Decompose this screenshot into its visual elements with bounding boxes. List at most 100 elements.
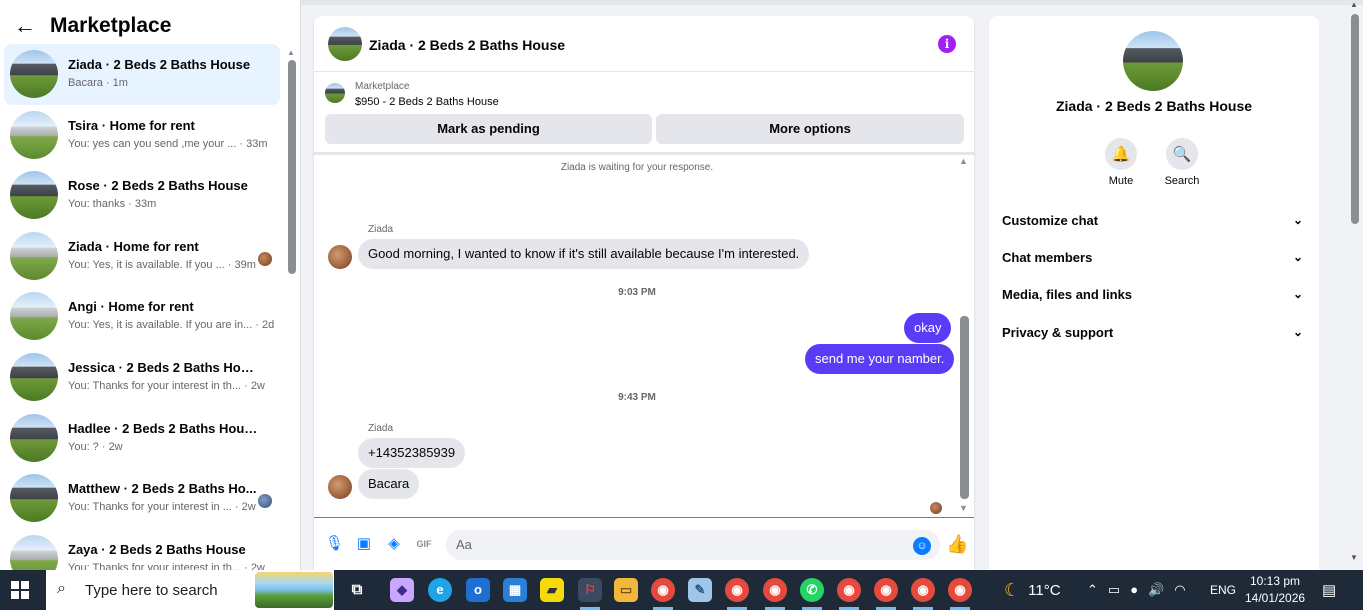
chevron-down-icon: ⌄ <box>1292 325 1303 339</box>
outlook-icon[interactable]: o <box>466 578 490 602</box>
info-icon[interactable]: i <box>938 35 956 53</box>
listing-thumbnail <box>10 50 58 98</box>
app-icon[interactable]: ⚐ <box>578 578 602 610</box>
sticky-notes-icon[interactable]: ▰ <box>540 578 564 602</box>
windows-start-icon[interactable] <box>11 581 29 599</box>
chat-scrollbar[interactable] <box>960 316 969 499</box>
marketplace-label: Marketplace <box>355 81 410 92</box>
sender-avatar[interactable] <box>328 245 352 269</box>
listing-thumbnail <box>325 83 345 103</box>
emoji-icon[interactable]: ☺ <box>913 537 931 555</box>
microphone-icon[interactable]: 🎙 <box>325 535 344 553</box>
listing-thumbnail <box>328 27 362 61</box>
chrome-icon[interactable]: ◉ <box>837 578 861 610</box>
sender-name: Ziada <box>368 423 394 434</box>
search-icon: ⌕ <box>57 580 66 597</box>
conversation-name: Ziada · Home for rent <box>68 238 199 254</box>
back-arrow-icon[interactable]: ← <box>14 12 36 40</box>
message-timestamp: 9:03 PM <box>618 287 656 298</box>
chrome-icon[interactable]: ◉ <box>874 578 898 610</box>
gif-icon[interactable]: GIF <box>415 535 433 553</box>
mute-label: Mute <box>1108 175 1134 187</box>
conversation-name: Hadlee · 2 Beds 2 Baths House <box>68 420 258 436</box>
chrome-icon[interactable]: ◉ <box>911 578 935 610</box>
scroll-down-arrow-icon[interactable]: ▼ <box>959 503 968 513</box>
conversation-snippet: You: Thanks for your interest in ... · 2… <box>68 501 256 514</box>
conversation-item[interactable]: Hadlee · 2 Beds 2 Baths House You: ? · 2… <box>4 408 280 469</box>
more-options-button[interactable]: More options <box>656 114 964 144</box>
weather-widget[interactable]: ☾ 11°C <box>1004 580 1061 601</box>
chat-members-section[interactable]: Chat members ⌄ <box>1002 250 1309 270</box>
listing-thumbnail <box>10 352 58 401</box>
copilot-icon[interactable]: ◆ <box>390 578 414 602</box>
section-label: Customize chat <box>1002 213 1099 228</box>
chrome-icon[interactable]: ◉ <box>948 578 972 610</box>
message-composer: 🎙 ▣ ◈ GIF Aa ☺ 👍 <box>314 517 974 570</box>
scroll-up-arrow-icon[interactable]: ▲ <box>959 156 968 166</box>
taskbar-clock[interactable]: 10:13 pm 14/01/2026 <box>1245 573 1305 607</box>
task-view-icon[interactable]: ⧉ <box>345 578 369 602</box>
chevron-up-icon[interactable]: ⌃ <box>1087 582 1098 598</box>
conversation-list: Ziada · 2 Beds 2 Baths House Bacara · 1m… <box>4 44 280 589</box>
listing-thumbnail <box>1123 31 1183 91</box>
outgoing-message[interactable]: send me your namber. <box>805 344 955 374</box>
privacy-support-section[interactable]: Privacy & support ⌄ <box>1002 325 1309 345</box>
chat-window: Ziada · 2 Beds 2 Baths House i Marketpla… <box>314 16 974 570</box>
scroll-down-arrow-icon[interactable]: ▼ <box>1350 553 1358 562</box>
search-button[interactable]: 🔍 Search <box>1152 138 1212 187</box>
thumbs-up-icon[interactable]: 👍 <box>946 534 968 555</box>
system-tray: ⌃ ▭ ● 🔊 ◠ <box>1087 582 1186 598</box>
taskbar-search-box[interactable]: ⌕ Type here to search <box>46 570 334 610</box>
conversation-snippet: You: yes can you send ,me your ... · 33m <box>68 137 268 150</box>
file-explorer-icon[interactable]: ▭ <box>614 578 638 602</box>
sticker-icon[interactable]: ◈ <box>385 535 403 553</box>
conversation-snippet: You: Thanks for your interest in th... ·… <box>68 379 265 392</box>
tray-app-icon[interactable]: ● <box>1130 582 1138 598</box>
chrome-icon[interactable]: ◉ <box>651 578 675 610</box>
read-receipt-avatar <box>930 502 942 514</box>
customize-chat-section[interactable]: Customize chat ⌄ <box>1002 213 1309 233</box>
incoming-message[interactable]: +14352385939 <box>358 438 466 468</box>
sender-avatar[interactable] <box>328 475 352 499</box>
conversation-item[interactable]: Ziada · Home for rent You: Yes, it is av… <box>4 226 280 287</box>
media-files-links-section[interactable]: Media, files and links ⌄ <box>1002 287 1309 307</box>
conversation-item[interactable]: Ziada · 2 Beds 2 Baths House Bacara · 1m <box>4 44 280 105</box>
incoming-message[interactable]: Good morning, I wanted to know if it's s… <box>358 239 810 269</box>
battery-icon[interactable]: ▭ <box>1108 582 1120 598</box>
conversation-item[interactable]: Rose · 2 Beds 2 Baths House You: thanks … <box>4 165 280 226</box>
conversation-item[interactable]: Tsira · Home for rent You: yes can you s… <box>4 105 280 166</box>
mark-pending-button[interactable]: Mark as pending <box>325 114 652 144</box>
section-label: Media, files and links <box>1002 287 1133 302</box>
listing-price[interactable]: $950 - 2 Beds 2 Baths House <box>355 96 499 108</box>
scroll-up-arrow-icon[interactable]: ▲ <box>287 48 295 57</box>
incoming-message[interactable]: Bacara <box>358 469 420 499</box>
mute-button[interactable]: 🔔 Mute <box>1091 138 1151 187</box>
scroll-up-arrow-icon[interactable]: ▲ <box>1350 0 1358 9</box>
store-icon[interactable]: ▦ <box>503 578 527 602</box>
message-input[interactable]: Aa <box>446 530 940 560</box>
outgoing-message[interactable]: okay <box>904 313 952 343</box>
conversation-item[interactable]: Angi · Home for rent You: Yes, it is ava… <box>4 286 280 347</box>
notepad-icon[interactable]: ✎ <box>688 578 712 602</box>
wifi-icon[interactable]: ◠ <box>1174 582 1185 598</box>
conversation-name: Jessica · 2 Beds 2 Baths House <box>68 359 258 375</box>
sidebar-scrollbar[interactable] <box>288 60 296 274</box>
whatsapp-icon[interactable]: ✆ <box>800 578 824 610</box>
sidebar-header: ← Marketplace <box>14 12 171 40</box>
chrome-icon[interactable]: ◉ <box>763 578 787 610</box>
page-scrollbar[interactable] <box>1351 14 1359 224</box>
chrome-icon[interactable]: ◉ <box>725 578 749 610</box>
photo-icon[interactable]: ▣ <box>355 535 373 553</box>
seen-avatar <box>258 251 272 266</box>
conversation-item[interactable]: Matthew · 2 Beds 2 Baths Ho... You: Than… <box>4 468 280 529</box>
chat-title[interactable]: Ziada · 2 Beds 2 Baths House <box>369 37 565 53</box>
volume-icon[interactable]: 🔊 <box>1148 582 1164 598</box>
conversation-details-panel: Ziada · 2 Beds 2 Baths House 🔔 Mute 🔍 Se… <box>989 16 1319 570</box>
conversation-item[interactable]: Jessica · 2 Beds 2 Baths House You: Than… <box>4 347 280 408</box>
edge-browser-icon[interactable]: e <box>428 578 452 602</box>
notification-icon[interactable]: ▤ <box>1322 581 1336 599</box>
language-indicator[interactable]: ENG <box>1210 583 1236 597</box>
conversation-name: Angi · Home for rent <box>68 299 194 315</box>
message-timestamp: 9:43 PM <box>618 392 656 403</box>
listing-thumbnail <box>10 474 58 523</box>
